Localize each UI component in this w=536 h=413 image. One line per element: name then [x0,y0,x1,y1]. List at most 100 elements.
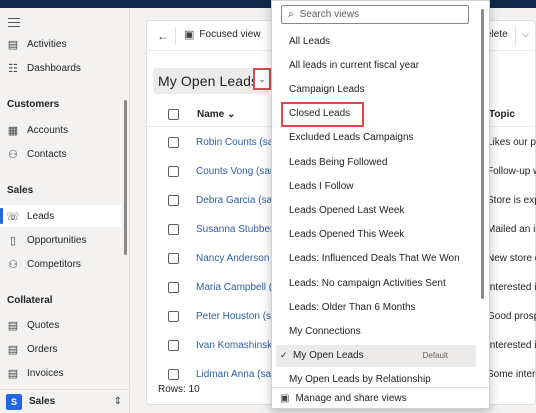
lead-name-link[interactable]: Lidman Anna (sam [196,369,279,380]
phone-icon: ☏ [6,210,20,223]
sidebar: ▤ Activities ☷ Dashboards Customers ▦ Ac… [0,8,130,413]
sidebar-item-quotes[interactable]: ▤ Quotes [0,314,121,336]
view-option-label: Leads Being Followed [289,156,388,168]
view-option[interactable]: All leads in current fiscal year [276,54,476,76]
view-option[interactable]: Leads: Influenced Deals That We Won [276,248,476,270]
back-arrow-icon[interactable]: ← [157,29,169,43]
area-switcher[interactable]: S Sales ⇕ [0,389,130,413]
sidebar-item-label: Accounts [27,124,69,136]
sidebar-section-sales: Sales [7,185,34,196]
manage-views-label: Manage and share views [295,392,407,404]
sidebar-item-dashboards[interactable]: ☷ Dashboards [0,57,121,79]
lead-name-link[interactable]: Maria Campbell (s [196,282,277,293]
lead-name-link[interactable]: Susanna Stubbero [196,224,279,235]
lead-name-link[interactable]: Ivan Komashinsky [196,340,277,351]
chevron-updown-icon: ⇕ [113,396,122,407]
area-label: Sales [29,396,56,407]
view-option-label: Leads Opened This Week [289,229,405,241]
view-option-label: All leads in current fiscal year [289,59,420,71]
view-option-label: Campaign Leads [289,83,365,95]
dropdown-scrollbar[interactable] [481,9,484,299]
divider [515,27,516,45]
row-checkbox[interactable] [168,282,179,293]
lead-topic: Interested i [487,340,536,351]
column-header-topic[interactable]: Topic [489,109,515,120]
view-option[interactable]: Campaign Leads [276,78,476,100]
sidebar-item-label: Opportunities [27,234,87,246]
view-option-label: Excluded Leads Campaigns [289,132,414,144]
document-icon: ▤ [7,343,19,356]
sidebar-section-customers: Customers [7,99,60,110]
view-selector[interactable]: My Open Leads [153,68,269,94]
view-option[interactable]: My Connections [276,320,476,342]
hamburger-menu-icon[interactable] [8,18,20,28]
view-dropdown-button[interactable]: ⌄ [253,68,271,90]
lead-topic: Follow-up w [487,166,536,177]
view-option-label: My Open Leads [293,350,364,362]
chevron-down-icon: ⌄ [258,73,266,84]
row-checkbox[interactable] [168,311,179,322]
focused-view-button[interactable]: ▣ Focused view [184,28,261,41]
row-checkbox[interactable] [168,166,179,177]
row-checkbox[interactable] [168,195,179,206]
lead-name-link[interactable]: Nancy Anderson (s [196,253,281,264]
manage-views-button[interactable]: ▣ Manage and share views [272,387,489,408]
select-all-checkbox[interactable] [168,109,179,120]
row-checkbox[interactable] [168,253,179,264]
view-option[interactable]: Leads Opened This Week [276,224,476,246]
sidebar-item-label: Competitors [27,258,81,270]
row-checkbox[interactable] [168,369,179,380]
default-badge: Default [422,351,448,361]
sidebar-item-label: Invoices [27,367,64,379]
view-option[interactable]: Excluded Leads Campaigns [276,127,476,149]
lead-name-link[interactable]: Robin Counts (sam [196,137,282,148]
view-option-label: My Connections [289,325,361,337]
manage-views-icon: ▣ [280,392,290,404]
chevron-down-icon[interactable]: ⌵ [522,29,529,40]
sidebar-item-accounts[interactable]: ▦ Accounts [0,119,121,141]
sidebar-item-label: Quotes [27,319,60,331]
sidebar-item-label: Activities [27,38,67,50]
sidebar-item-invoices[interactable]: ▤ Invoices [0,362,121,384]
document-icon: ▤ [7,367,19,380]
sidebar-item-contacts[interactable]: ⚇ Contacts [0,143,121,165]
sidebar-item-activities[interactable]: ▤ Activities [0,33,121,55]
sidebar-scrollbar[interactable] [124,100,127,255]
lead-name-link[interactable]: Debra Garcia (sam [196,195,280,206]
view-option-label: Leads I Follow [289,180,354,192]
sidebar-item-label: Dashboards [27,62,81,74]
focused-view-label: Focused view [199,29,261,40]
view-option-label: Leads: No campaign Activities Sent [289,277,446,289]
focused-view-icon: ▣ [184,29,195,41]
row-checkbox[interactable] [168,224,179,235]
view-option[interactable]: Leads Opened Last Week [276,199,476,221]
lead-topic: Interested i [487,282,536,293]
sidebar-item-orders[interactable]: ▤ Orders [0,338,121,360]
sidebar-item-competitors[interactable]: ⚇ Competitors [0,253,121,275]
view-option[interactable]: Leads: Older Than 6 Months [276,296,476,318]
view-option[interactable]: Leads I Follow [276,175,476,197]
lead-topic: Likes our p [487,137,536,148]
lead-topic: Good prosp [487,311,536,322]
row-checkbox[interactable] [168,340,179,351]
view-option-label: Leads: Older Than 6 Months [289,301,416,313]
lead-name-link[interactable]: Peter Houston (sar [196,311,280,322]
view-option[interactable]: ✓ My Open Leads Default [276,344,476,367]
search-views-input[interactable] [299,9,450,20]
sidebar-item-leads[interactable]: ☏ Leads [0,205,121,227]
view-option[interactable]: Leads: No campaign Activities Sent [276,272,476,294]
view-option[interactable]: All Leads [276,30,476,52]
views-dropdown: ⌕ All Leads All leads in current fiscal y… [271,0,490,409]
column-header-name[interactable]: Name ⌄ [197,109,235,120]
sidebar-item-label: Orders [27,343,58,355]
checkmark-icon: ✓ [280,350,288,361]
sidebar-item-opportunities[interactable]: ▯ Opportunities [0,229,121,251]
building-icon: ▦ [7,124,19,137]
search-views-field[interactable]: ⌕ [281,5,469,24]
document-icon: ▤ [7,319,19,332]
lead-topic: Some intere [487,369,536,380]
lead-name-link[interactable]: Counts Vong (sam [196,166,278,177]
view-option[interactable]: Leads Being Followed [276,151,476,173]
clipboard-icon: ▤ [7,38,19,51]
row-checkbox[interactable] [168,137,179,148]
